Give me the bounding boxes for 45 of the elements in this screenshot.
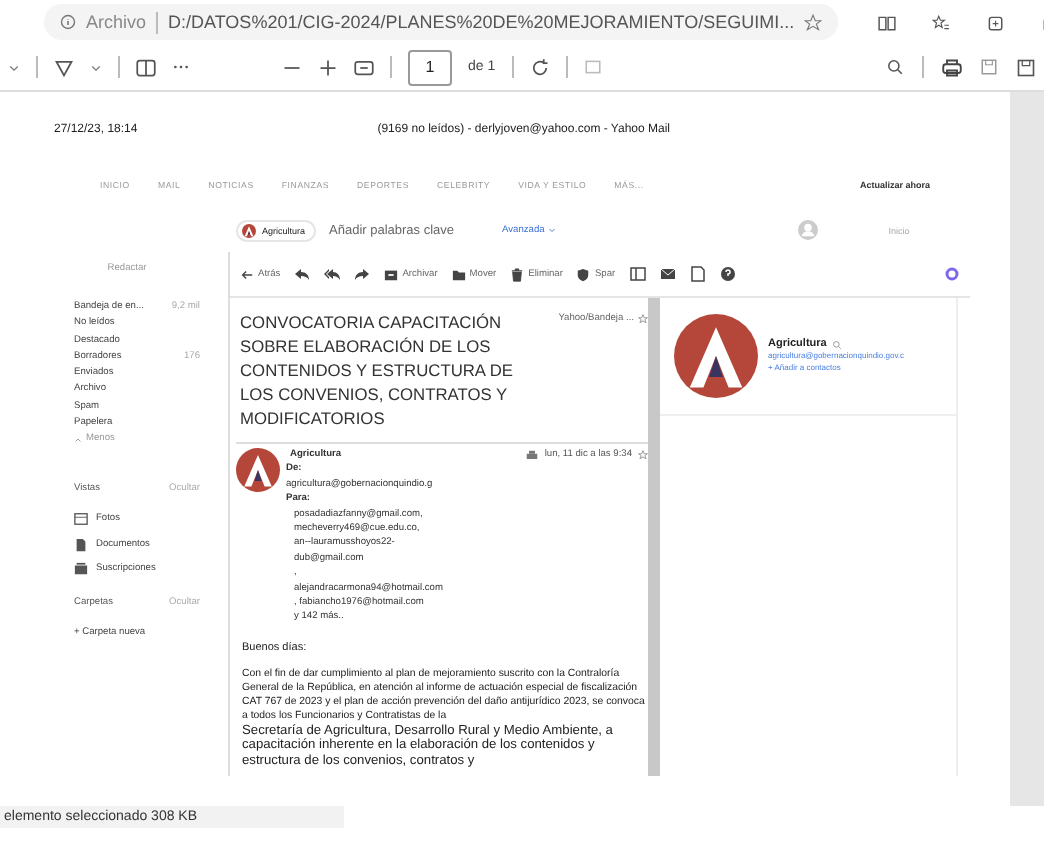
- scrollbar[interactable]: [648, 298, 660, 776]
- address-bar[interactable]: Archivo D:/DATOS%201/CIG-2024/PLANES%20DE%20MEJORAMIENTO/SEGUIMI...: [44, 4, 839, 40]
- contact-logo-icon: [674, 314, 758, 398]
- reply-all-icon[interactable]: [324, 266, 341, 282]
- search-icon[interactable]: [886, 58, 904, 76]
- star-icon[interactable]: [638, 314, 648, 324]
- url-text: D:/DATOS%201/CIG-2024/PLANES%20DE%20MEJORAMIENTO/SEGUIMI...: [168, 12, 795, 32]
- sender-logo-icon: [236, 448, 280, 492]
- email-subject: CONVOCATORIA CAPACITACIÓN SOBRE ELABORACIÓN DE LOS CONTENIDOS Y ESTRUCTURA DE LOS CONVENIOS, CONTRATOS Y MODIFICATORIOS: [240, 310, 516, 430]
- rotate-icon[interactable]: [529, 57, 550, 77]
- reading-view-icon[interactable]: [136, 57, 156, 77]
- subscriptions-icon: [74, 562, 88, 577]
- back-arrow-icon: [240, 267, 254, 281]
- save-icon[interactable]: [980, 58, 998, 76]
- print-icon[interactable]: [526, 449, 539, 462]
- reply-icon[interactable]: [294, 266, 311, 282]
- star-icon[interactable]: [804, 13, 823, 31]
- draw-icon[interactable]: [54, 57, 74, 77]
- chevron-down-icon: [548, 226, 557, 234]
- save-as-icon[interactable]: [1016, 57, 1036, 77]
- file-label: Archivo: [86, 12, 147, 32]
- page-number-field[interactable]: 1: [408, 49, 452, 85]
- envelope-icon[interactable]: [659, 266, 676, 282]
- note-icon[interactable]: [689, 266, 706, 282]
- fit-page-icon[interactable]: [354, 57, 374, 77]
- shield-icon: [576, 267, 591, 281]
- book-icon[interactable]: [878, 13, 897, 31]
- logo-icon: [242, 223, 256, 237]
- document-icon: [74, 537, 88, 552]
- image-icon: [74, 512, 88, 527]
- chevron-down-icon[interactable]: [8, 61, 20, 73]
- archive-icon: [384, 267, 399, 281]
- trash-icon: [510, 267, 525, 281]
- print-icon[interactable]: [942, 57, 962, 77]
- favorites-icon[interactable]: [932, 13, 951, 31]
- collections-icon[interactable]: [986, 13, 1005, 31]
- forward-icon[interactable]: [354, 266, 371, 282]
- columns-icon[interactable]: [629, 266, 646, 282]
- folder-icon: [451, 267, 466, 281]
- help-icon[interactable]: [719, 266, 736, 282]
- chevron-down-icon[interactable]: [90, 61, 102, 73]
- settings-icon[interactable]: [944, 266, 960, 282]
- zoom-in-icon[interactable]: [318, 57, 338, 77]
- info-icon: [60, 14, 76, 30]
- star-icon[interactable]: [638, 450, 648, 461]
